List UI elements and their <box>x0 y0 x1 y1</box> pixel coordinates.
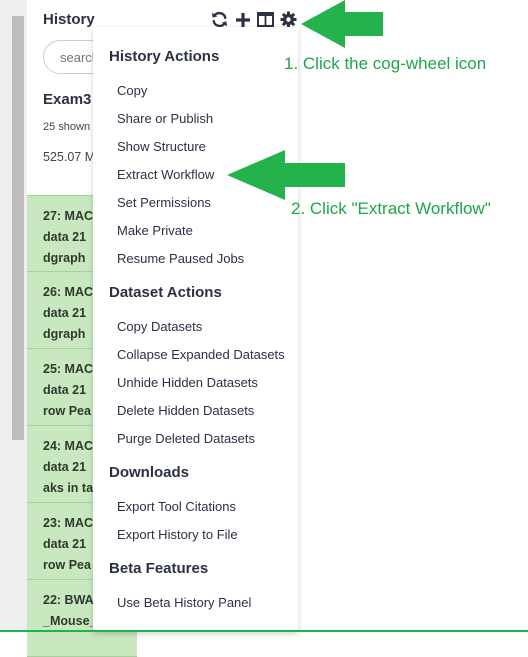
annotation-arrows <box>227 0 383 200</box>
annotation-step-2: 2. Click "Extract Workflow" <box>291 199 491 218</box>
arrow-to-extract-workflow <box>227 150 345 200</box>
annotation-step-1: 1. Click the cog-wheel icon <box>284 54 487 73</box>
arrow-to-gear-icon <box>301 0 383 48</box>
